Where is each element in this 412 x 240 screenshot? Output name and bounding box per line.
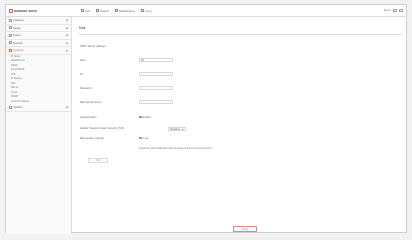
interval-label: Mail sending interval — [80, 137, 104, 140]
apply-button[interactable]: Apply — [233, 226, 257, 232]
authentication-label: Authentication — [80, 116, 97, 119]
gear-icon — [141, 9, 145, 12]
chevron-down-icon — [65, 105, 69, 109]
top-bar: WISENET WAVE Live Search Maintenance Set… — [6, 5, 406, 17]
app-logo[interactable]: WISENET WAVE — [9, 8, 37, 14]
id-input[interactable] — [139, 72, 173, 76]
chevron-down-icon — [65, 26, 69, 30]
camera-icon — [9, 18, 12, 22]
help-icon[interactable] — [393, 8, 397, 13]
sidebar-group-event[interactable]: Event — [6, 32, 71, 40]
monitor-icon — [81, 9, 84, 12]
sidebar-group-system[interactable]: System — [6, 104, 71, 112]
nav-maintenance[interactable]: Maintenance — [115, 9, 135, 13]
sidebar-group-camera[interactable]: Camera — [6, 17, 71, 25]
user-name[interactable]: admin — [384, 9, 391, 12]
nav-search[interactable]: Search — [96, 9, 109, 13]
chevron-down-icon — [65, 33, 69, 37]
sidebar-group-setup[interactable]: Setup — [6, 25, 71, 32]
tls-select[interactable]: Disabled — [168, 126, 186, 131]
chevron-down-icon — [182, 128, 185, 131]
event-icon — [9, 33, 12, 37]
main-content: Mail SMTP Server Settings Host 25 ID Pas… — [73, 17, 408, 234]
chevron-down-icon — [65, 41, 69, 45]
record-icon — [9, 41, 12, 45]
sidebar-group-network[interactable]: Network — [6, 47, 71, 55]
search-icon — [96, 9, 100, 12]
password-input[interactable] — [139, 86, 173, 90]
id-label: ID — [80, 73, 83, 76]
section-title: SMTP Server Settings — [80, 45, 106, 48]
logo-text: WISENET WAVE — [14, 9, 38, 13]
interval-option[interactable]: 1 sec — [139, 137, 149, 140]
test-button[interactable]: Test — [88, 158, 108, 163]
tls-label: Enable Transport Layer Security (TLS) — [80, 127, 125, 130]
checkbox-icon — [139, 136, 142, 140]
mail-sender-input[interactable] — [139, 100, 173, 104]
checkbox-icon — [139, 115, 142, 119]
wrench-icon — [115, 9, 119, 12]
helper-note: Sends an email notification with the ima… — [139, 147, 213, 150]
sidebar: Camera Setup Event Record Network IP Set… — [6, 17, 72, 234]
app-window: WISENET WAVE Live Search Maintenance Set… — [5, 4, 408, 234]
page-title: Mail — [79, 26, 86, 30]
logo-icon — [9, 9, 13, 13]
chevron-down-icon — [65, 18, 69, 22]
host-label: Host — [80, 59, 86, 62]
system-icon — [9, 105, 12, 109]
sidebar-group-record[interactable]: Record — [6, 40, 71, 47]
authentication-checkbox[interactable]: Enable — [139, 116, 151, 119]
mail-sender-label: Mail Sender (from) — [80, 101, 102, 104]
top-navigation: Live Search Maintenance Setup — [81, 9, 152, 13]
top-right-tools: admin — [384, 8, 403, 13]
title-divider — [79, 34, 402, 35]
nav-setup[interactable]: Setup — [141, 9, 152, 13]
logout-icon[interactable] — [399, 8, 403, 13]
host-input[interactable]: 25 — [139, 58, 173, 62]
settings-icon — [9, 26, 12, 30]
chevron-up-icon — [65, 49, 69, 53]
network-icon — [9, 48, 12, 52]
nav-live[interactable]: Live — [81, 9, 90, 13]
password-label: Password — [80, 87, 92, 90]
